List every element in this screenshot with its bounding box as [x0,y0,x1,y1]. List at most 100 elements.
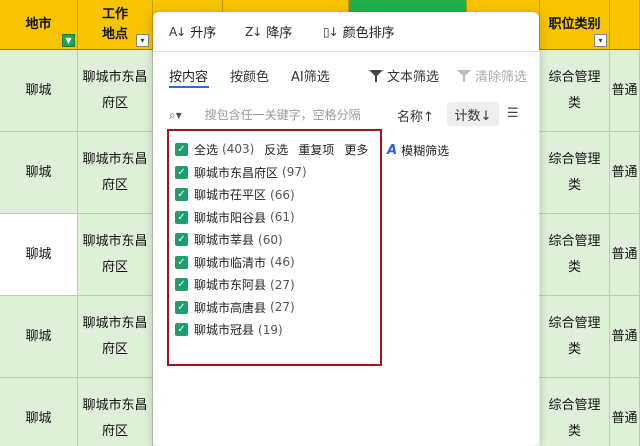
list-item-count: (27) [270,300,295,314]
checkbox-checked-icon[interactable]: ✓ [175,300,188,314]
cell-text: 府区 [101,96,128,111]
cell-text: 聊城 [25,83,52,98]
cell-location[interactable]: 聊城市东昌 府区 [78,50,153,132]
cell-text: 府区 [101,342,128,357]
color-sort-button[interactable]: ▯↓ 颜色排序 [323,22,395,42]
checkbox-checked-icon[interactable]: ✓ [175,233,188,246]
sort-by-count-button[interactable]: 计数↓ [447,102,499,126]
list-item-label: 聊城市阳谷县 [194,210,267,225]
cell-category[interactable]: 综合管理类 [540,296,610,378]
cell-text: 聊城市东昌 [82,152,148,167]
cell-text: 聊城市东昌 [82,316,148,331]
cell-category[interactable]: 综合管理类 [540,214,610,296]
checkbox-checked-icon[interactable]: ✓ [175,188,188,201]
cell-text: 综合管理 [548,316,601,331]
value-list: ✓ 全选 (403) 反选 重复项 更多 ✓ 聊城市东昌府区 (97) ✓ 聊城市茌平区… [167,129,382,366]
list-item[interactable]: ✓ 聊城市冠县 (19) [175,320,283,340]
cell-location[interactable]: 聊城市东昌 府区 [78,296,153,378]
filter-dropdown-icon[interactable]: ▾ [136,34,149,47]
checkbox-checked-icon[interactable]: ✓ [175,165,188,179]
cell-last[interactable]: 普通 [610,50,640,132]
sort-ascending-button[interactable]: A↓ 升序 [169,22,217,42]
list-item-label: 聊城市高唐县 [194,300,267,315]
sort-descending-button[interactable]: Z↓ 降序 [245,22,292,42]
list-item-label: 聊城市东阿县 [194,278,267,292]
search-scope-icon[interactable]: ⌕▾ [169,106,191,124]
tab-ai-filter[interactable]: AI筛选 [291,66,330,85]
list-item[interactable]: ✓ 聊城市东昌府区 (97) [175,162,307,182]
list-item[interactable]: ✓ 聊城市临清市 (46) [175,252,295,272]
cell-text: 类 [567,178,581,193]
select-all-row[interactable]: ✓ 全选 (403) 反选 重复项 更多 [175,139,368,159]
color-sort-label: 颜色排序 [342,26,395,41]
filter-active-icon[interactable]: ▼ [62,34,75,47]
fuzzy-filter-button[interactable]: A 模糊筛选 [387,142,449,159]
cell-text: 聊城 [25,411,52,426]
tab-by-content[interactable]: 按内容 [169,66,208,85]
search-input[interactable] [204,108,391,122]
list-item[interactable]: ✓ 聊城市阳谷县 (61) [175,207,295,227]
cell-location[interactable]: 聊城市东昌 府区 [78,214,153,296]
cell-city[interactable]: 聊城 [0,132,78,214]
cell-text: 府区 [101,178,128,193]
cell-city[interactable]: 聊城 [0,296,78,378]
list-settings-icon[interactable]: ☰ [507,106,519,121]
cell-text: 综合管理 [548,70,601,85]
cell-last[interactable]: 普通 [610,214,640,296]
list-item[interactable]: ✓ 聊城市高唐县 (27) [175,297,295,317]
filter-popup: A↓ 升序 Z↓ 降序 ▯↓ 颜色排序 按内容 按颜色 AI筛选 文本筛选 清除… [153,12,539,446]
cell-text: 聊城市东昌 [82,70,148,85]
invert-selection-button[interactable]: 反选 [264,141,288,158]
list-item[interactable]: ✓ 聊城市莘县 (60) [175,230,283,250]
list-item-count: (46) [270,255,295,269]
cell-location[interactable]: 聊城市东昌 府区 [78,132,153,214]
list-item-count: (61) [270,210,295,224]
cell-city[interactable]: 聊城 [0,50,78,132]
list-item-count: (27) [270,277,295,292]
list-item-label: 聊城市东昌府区 [194,165,279,180]
cell-location[interactable]: 聊城市东昌 府区 [78,378,153,446]
sort-ascending-label: 升序 [190,26,217,41]
cell-text: 综合管理 [548,152,601,167]
header-city-label: 地市 [25,16,52,32]
clear-filter-button[interactable]: 清除筛选 [457,66,527,85]
sort-by-name-button[interactable]: 名称↑ [397,106,434,125]
text-filter-button[interactable]: 文本筛选 [369,66,439,85]
more-button[interactable]: 更多 [344,141,368,158]
search-box[interactable]: ⌕▾ [169,104,391,126]
cell-last[interactable]: 普通 [610,378,640,446]
list-item[interactable]: ✓ 聊城市茌平区 (66) [175,185,295,205]
cell-text: 府区 [101,260,128,275]
checkbox-checked-icon[interactable]: ✓ [175,278,188,291]
cell-category[interactable]: 综合管理类 [540,378,610,446]
search-row: ⌕▾ 名称↑ 计数↓ ☰ [153,102,539,128]
list-item[interactable]: ✓ 聊城市东阿县 (27) [175,275,295,295]
funnel-icon [369,69,383,82]
cell-text: 普通 [611,165,638,180]
checkbox-checked-icon[interactable]: ✓ [175,210,188,224]
text-filter-label: 文本筛选 [387,70,440,85]
checkbox-checked-icon[interactable]: ✓ [175,323,188,336]
cell-category[interactable]: 综合管理类 [540,50,610,132]
header-city[interactable]: 地市 ▼ [0,0,78,50]
tab-by-color[interactable]: 按颜色 [230,66,269,85]
cell-category[interactable]: 综合管理类 [540,132,610,214]
cell-last[interactable]: 普通 [610,296,640,378]
cell-text: 聊城 [25,165,52,180]
list-item-count: (19) [258,322,283,337]
cell-city[interactable]: 聊城 [0,214,78,296]
header-last[interactable] [610,0,640,50]
checkbox-checked-icon[interactable]: ✓ [175,142,188,156]
cell-text: 普通 [611,247,638,262]
header-category[interactable]: 职位类别 ▾ [540,0,610,50]
color-sort-icon: ▯↓ [323,24,339,39]
duplicates-button[interactable]: 重复项 [298,141,334,158]
header-location-line1: 工作 [101,6,128,22]
cell-text: 聊城 [25,247,52,262]
filter-dropdown-icon[interactable]: ▾ [594,34,607,47]
cell-last[interactable]: 普通 [610,132,640,214]
checkbox-checked-icon[interactable]: ✓ [175,255,188,269]
header-location[interactable]: 工作 地点 ▾ [78,0,153,50]
cell-city[interactable]: 聊城 [0,378,78,446]
list-item-label: 聊城市临清市 [194,255,267,270]
